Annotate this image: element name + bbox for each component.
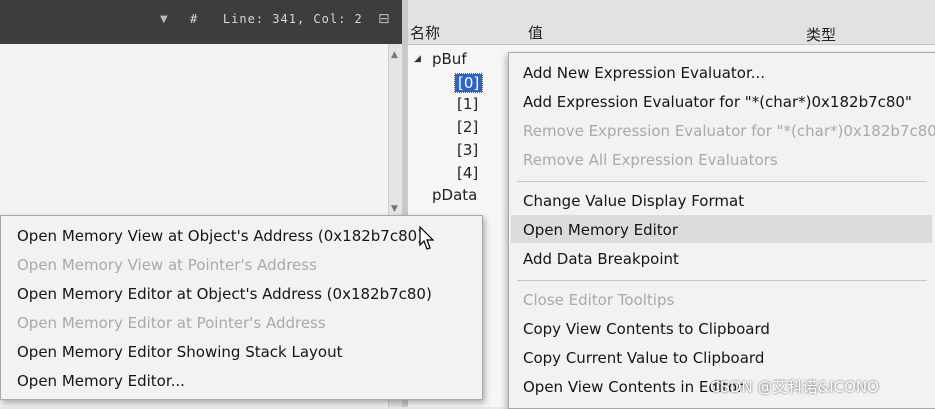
tree-item-2[interactable]: [2] (457, 118, 478, 136)
watch-header: 名称 值 类型 (408, 0, 935, 45)
menu-item-change-display-format[interactable]: Change Value Display Format (523, 192, 744, 210)
tree-item-pbuf[interactable]: pBuf (432, 50, 467, 68)
tree-item-pdata[interactable]: pData (432, 186, 477, 204)
menu-item-open-memory-editor[interactable]: Open Memory Editor (523, 221, 678, 239)
menu-item-add-evaluator-for[interactable]: Add Expression Evaluator for "*(char*)0x… (523, 93, 912, 111)
menu-item-copy-current-value[interactable]: Copy Current Value to Clipboard (523, 349, 764, 367)
chevron-down-icon[interactable]: ▼ (160, 14, 168, 25)
tree-item-4[interactable]: [4] (457, 164, 478, 182)
hash-label: # (190, 12, 199, 26)
menu-item-add-data-breakpoint[interactable]: Add Data Breakpoint (523, 250, 679, 268)
line-col-text: Line: 341, Col: 2 (222, 12, 363, 26)
submenu-item-memory-editor-pointer[interactable]: Open Memory Editor at Pointer's Address (17, 314, 326, 332)
scroll-down-icon[interactable]: ▼ (391, 204, 398, 214)
split-editor-icon[interactable]: ⊟ (378, 11, 390, 27)
menu-separator (517, 280, 927, 281)
pointer-cursor-icon (419, 226, 435, 250)
menu-item-close-editor-tooltips[interactable]: Close Editor Tooltips (523, 291, 674, 309)
editor-toolbar: ▼ # Line: 341, Col: 2 ⊟ (0, 0, 402, 44)
tree-item-1[interactable]: [1] (457, 95, 478, 113)
menu-item-copy-view-contents[interactable]: Copy View Contents to Clipboard (523, 320, 770, 338)
submenu-item-memory-view-object[interactable]: Open Memory View at Object's Address (0x… (17, 227, 423, 245)
menu-item-remove-evaluator-for[interactable]: Remove Expression Evaluator for "*(char*… (523, 122, 935, 140)
submenu-item-open-memory-editor[interactable]: Open Memory Editor... (17, 372, 185, 390)
column-header-value[interactable]: 值 (528, 22, 543, 43)
cursor-position-label: # Line: 341, Col: 2 (190, 12, 363, 26)
scroll-up-icon[interactable]: ▲ (391, 50, 398, 60)
menu-item-remove-all-evaluators[interactable]: Remove All Expression Evaluators (523, 151, 778, 169)
memory-submenu: Open Memory View at Object's Address (0x… (0, 215, 483, 400)
watch-context-menu: Add New Expression Evaluator... Add Expr… (508, 52, 935, 409)
expand-triangle-icon[interactable]: ◢ (414, 54, 421, 64)
column-header-type[interactable]: 类型 (806, 24, 836, 45)
menu-separator (517, 181, 927, 182)
watermark-text: CSDN @艾科诺&ICONO (710, 378, 879, 396)
menu-item-add-new-evaluator[interactable]: Add New Expression Evaluator... (523, 64, 765, 82)
column-header-name[interactable]: 名称 (410, 22, 440, 43)
submenu-item-memory-editor-object[interactable]: Open Memory Editor at Object's Address (… (17, 285, 432, 303)
tree-item-0[interactable]: [0] (454, 73, 484, 93)
submenu-item-memory-view-pointer[interactable]: Open Memory View at Pointer's Address (17, 256, 317, 274)
submenu-item-stack-layout[interactable]: Open Memory Editor Showing Stack Layout (17, 343, 343, 361)
tree-item-3[interactable]: [3] (457, 141, 478, 159)
